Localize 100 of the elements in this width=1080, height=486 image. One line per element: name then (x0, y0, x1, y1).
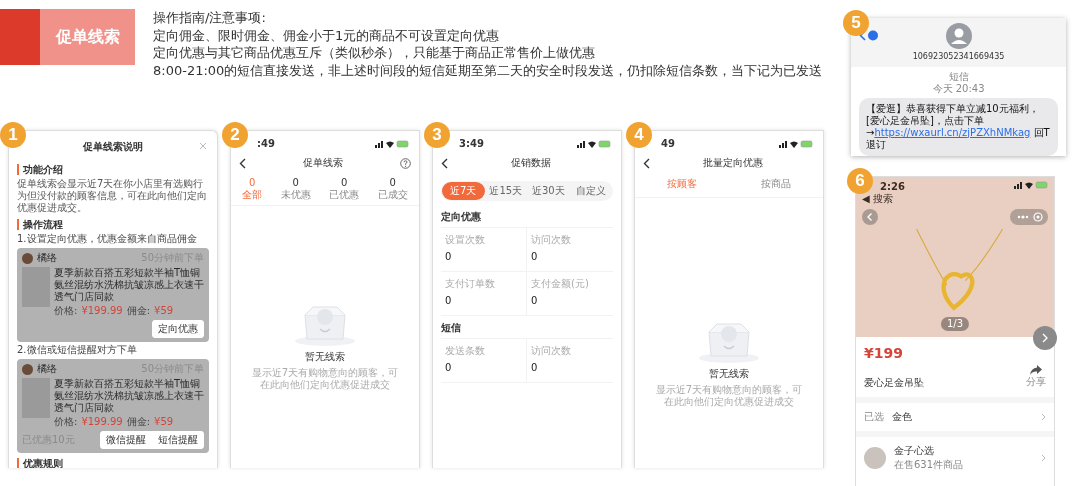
price-label: 价格: (54, 305, 78, 317)
avatar (22, 363, 33, 375)
stat-value: 0 (445, 362, 453, 374)
sms-message: 【爱逛】恭喜获得下单立减10元福利，[爱心足金吊坠]，点击下单 →https://wxaurl.cn/zjPZXhNMkag 回T退订 (859, 97, 1058, 156)
price: ¥199.99 (81, 305, 123, 317)
product-name: 爱心足金吊坠 (864, 377, 924, 390)
commission: ¥59 (154, 416, 174, 428)
section-title: 定向优惠 (440, 210, 482, 224)
screen-title: 促单线索 (303, 157, 343, 169)
section-title: 短信 (440, 321, 462, 335)
commission-label: 佣金: (126, 305, 151, 317)
image-counter: 1/3 (940, 316, 970, 331)
photo-placeholder (22, 378, 50, 418)
contact-avatar-icon (945, 23, 972, 49)
empty-description: 显示近7天有购物意向的顾客，可在此向他们定向优惠促进成交 (250, 367, 400, 391)
avatar (22, 252, 33, 264)
stat-value: 0 (531, 295, 539, 307)
section-heading: 操作流程 (17, 219, 209, 230)
filter-tab[interactable]: 0 全部 (240, 177, 265, 201)
sender-number: 106923052341669435 (912, 52, 1005, 62)
chevron-right-icon[interactable] (1041, 413, 1046, 422)
shop-avatar (864, 447, 886, 470)
back-chevron-icon[interactable] (441, 157, 448, 169)
description-text: 促单线索会显示近7天在你小店里有选购行为但没付款的顾客信息，可在此向他们定向优惠促进成交。 (17, 178, 208, 214)
step-number-badge: 3 (424, 122, 450, 148)
filter-tab[interactable]: 0 已成交 (375, 177, 410, 201)
signal-wifi-battery-icon (375, 140, 409, 148)
filter-tab[interactable]: 0 已优惠 (327, 177, 362, 201)
step-number-badge: 1 (0, 122, 26, 148)
status-time: 49 (661, 138, 675, 150)
signal-wifi-battery-icon (1014, 180, 1048, 189)
section-heading: 功能介绍 (17, 164, 209, 175)
date-range-tab[interactable]: 近7天 (442, 182, 485, 200)
screen-title: 促销数据 (510, 157, 551, 169)
date-range-tab[interactable]: 近15天 (484, 182, 527, 200)
step-number-badge: 2 (222, 122, 248, 148)
empty-title: 暂无线索 (709, 368, 749, 380)
message-type: 短信 (948, 70, 969, 83)
empty-title: 暂无线索 (305, 351, 345, 363)
step-number-badge: 6 (847, 167, 873, 194)
accent-bar (0, 9, 40, 65)
filter-tab[interactable]: 0 未优惠 (278, 177, 313, 201)
product-price: ¥199 (864, 344, 903, 362)
shop-name: 金子心选 (894, 445, 935, 458)
mode-tab[interactable]: 按顾客 (661, 177, 703, 191)
note-line: 8:00-21:00的短信直接发送，非上述时间段的短信延期至第二天的安全时段发送，仍扣除短信条数，当下记为已发送 (153, 61, 823, 79)
spec-label: 已选 (864, 411, 884, 424)
close-icon[interactable] (199, 142, 207, 150)
chevron-right-icon[interactable] (1041, 454, 1046, 463)
action-button[interactable]: 定向优惠 (152, 320, 204, 338)
mode-tab[interactable]: 按商品 (755, 177, 797, 191)
status-time: :49 (257, 138, 275, 150)
help-icon[interactable] (400, 157, 411, 169)
stat-label: 发送条数 (445, 345, 486, 357)
shop-product-count: 在售631件商品 (894, 459, 964, 472)
product-title: 夏季新款百搭五彩短款半袖T恤铜氨丝混纺水洗棉抗皱凉感上衣速干透气门店同款 (54, 378, 204, 414)
date-range-tab[interactable]: 近30天 (527, 182, 570, 200)
share-button[interactable]: 分享 (1026, 365, 1046, 390)
stat-value: 0 (531, 251, 539, 263)
date-range-tab[interactable]: 自定义 (569, 182, 612, 200)
commission: ¥59 (154, 305, 174, 317)
commission-label: 佣金: (126, 416, 151, 428)
note-line: 定向优惠与其它商品优惠互斥（类似秒杀），只能基于商品正常售价上做优惠 (153, 44, 596, 62)
stat-label: 设置次数 (445, 234, 486, 246)
back-label[interactable]: ◀ 搜索 (862, 192, 893, 205)
sheet-title: 促单线索说明 (83, 141, 143, 153)
price: ¥199.99 (81, 416, 123, 428)
stat-label: 支付金额(元) (531, 278, 590, 290)
step-text: 2.微信或短信提醒对方下单 (17, 344, 138, 356)
back-button-icon[interactable] (862, 208, 878, 225)
customer-name: 橘络 (37, 363, 57, 375)
mini-program-menu-icon[interactable] (1010, 208, 1048, 225)
section-tag: 促单线索 (40, 9, 135, 65)
stat-value: 0 (445, 251, 453, 263)
stat-label: 支付订单数 (445, 278, 496, 290)
status-time: 2:26 (880, 180, 905, 193)
signal-wifi-battery-icon (779, 140, 813, 148)
signal-wifi-battery-icon (577, 140, 611, 148)
step-number-badge: 4 (626, 122, 652, 148)
back-chevron-icon[interactable] (643, 157, 650, 169)
stat-label: 访问次数 (531, 345, 572, 357)
share-icon[interactable] (1030, 365, 1042, 376)
customer-name: 橘络 (37, 252, 57, 264)
note-line: 定向佣金、限时佣金、佣金小于1元的商品不可设置定向优惠 (153, 26, 501, 44)
stat-value: 0 (445, 295, 453, 307)
notes-title: 操作指南/注意事项: (153, 9, 267, 27)
sms-link[interactable]: https://wxaurl.cn/zjPZXhNMkag (874, 126, 1031, 138)
step-text: 1.设置定向优惠，优惠金额来自商品佣金 (17, 233, 198, 245)
price-label: 价格: (54, 416, 78, 428)
empty-description: 显示近7天有购物意向的顾客，可在此向他们定向优惠促进成交 (654, 384, 804, 408)
photo-placeholder (22, 267, 50, 307)
status-time: 3:49 (459, 138, 484, 150)
screen-title: 批量定向优惠 (702, 157, 763, 169)
step-number-badge: 5 (843, 10, 869, 36)
stat-value: 0 (531, 362, 539, 374)
stat-label: 访问次数 (531, 234, 572, 246)
section-heading: 优惠规则 (17, 458, 209, 468)
back-chevron-icon[interactable] (239, 157, 246, 169)
spec-value: 金色 (892, 411, 912, 424)
message-time: 今天 20:43 (932, 82, 985, 95)
